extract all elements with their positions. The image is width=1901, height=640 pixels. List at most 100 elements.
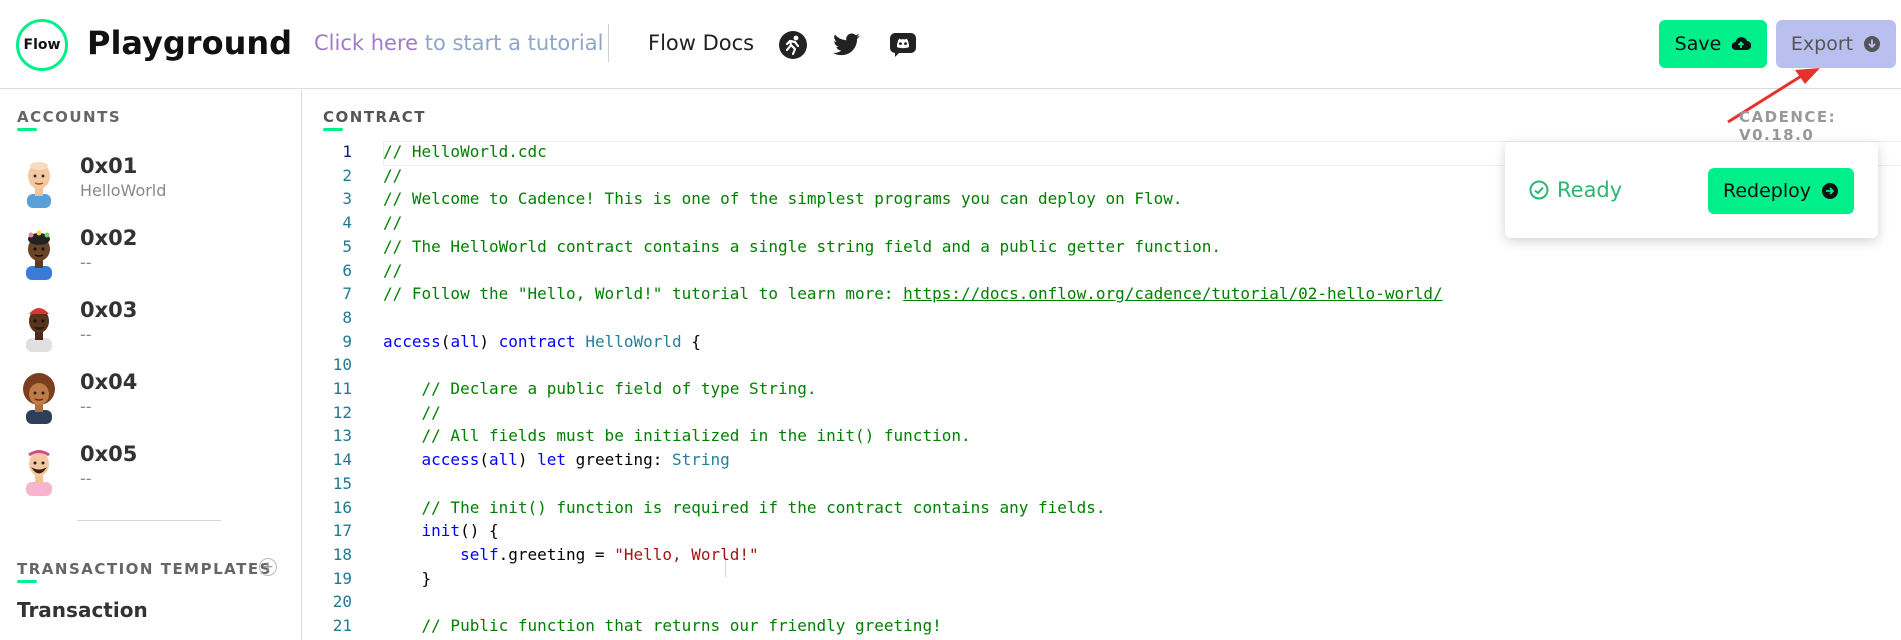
line-number: 17 [332,521,352,541]
account-item-0x04[interactable]: 0x04 -- [0,366,300,436]
code-line[interactable]: 10 [302,355,1901,379]
line-number: 21 [332,616,352,635]
tutorial-link-head: Click here [314,31,419,55]
code-text: // All fields must be initialized in the… [383,426,971,445]
code-text: // Public function that returns our frie… [383,616,942,635]
check-circle-icon [1529,180,1549,200]
code-line[interactable]: 14 access(all) let greeting: String [302,450,1901,474]
code-token: HelloWorld [585,331,682,351]
code-token: greeting: [566,450,673,470]
code-token: () { [460,521,499,541]
account-item-0x03[interactable]: 0x03 -- [0,294,300,364]
code-line[interactable]: 12 // [302,403,1901,427]
discord-icon[interactable] [887,29,919,61]
code-line[interactable]: 16 // The init() function is required if… [302,498,1901,522]
account-item-0x02[interactable]: 0x02 -- [0,222,300,292]
line-number: 16 [332,497,352,517]
code-text: // HelloWorld.cdc [383,142,547,161]
account-contract: -- [80,325,92,344]
code-token: // The HelloWorld contract contains a si… [383,236,1222,256]
code-text: // [383,403,441,422]
avatar-icon [26,450,52,496]
line-number: 12 [332,402,352,422]
line-number: 14 [332,450,352,470]
flow-runner-icon[interactable] [777,29,809,61]
code-line[interactable]: 8 [302,308,1901,332]
account-contract: -- [80,253,92,272]
code-token: { [681,331,701,351]
code-token: all [488,450,518,470]
avatar-icon [26,308,52,352]
avatar-icon [27,162,51,208]
save-label: Save [1674,33,1722,55]
code-line[interactable]: 18 self.greeting = "Hello, World!" [302,545,1901,569]
code-token: ) [479,331,499,351]
code-token: self [460,544,499,564]
cloud-upload-icon [1732,37,1752,51]
line-number: 11 [332,379,352,398]
code-token: "Hello, World!" [614,544,759,564]
account-contract: -- [80,397,92,416]
code-line[interactable]: 6 // [302,261,1901,285]
cadence-version: CADENCE: V0.18.0 [1739,108,1837,144]
avatar-icon [26,230,52,280]
line-number: 15 [332,473,352,493]
save-button[interactable]: Save [1659,20,1767,68]
tutorial-url-link[interactable]: https://docs.onflow.org/cadence/tutorial… [903,284,1442,303]
code-text: init() { [383,521,499,540]
line-number: 1 [342,142,352,161]
export-button[interactable]: Export [1776,20,1896,68]
contract-underline [323,128,343,131]
code-text: // The init() function is required if th… [383,498,1106,517]
line-number: 4 [342,213,352,233]
avatar-icon [23,373,55,424]
tx-templates-title: TRANSACTION TEMPLATES [17,560,272,578]
account-address: 0x05 [80,442,138,466]
code-token: .greeting = [498,544,615,564]
code-text: // The HelloWorld contract contains a si… [383,237,1221,256]
line-number: 13 [332,426,352,446]
twitter-icon[interactable] [831,29,863,61]
add-template-icon[interactable]: + [259,558,277,576]
tutorial-link[interactable]: Click here to start a tutorial [314,31,603,55]
transaction-item[interactable]: Transaction [17,598,148,622]
arrow-right-circle-icon [1822,183,1838,199]
code-line[interactable]: 9 access(all) contract HelloWorld { [302,332,1901,356]
logo-text: Flow [23,37,61,53]
code-token: contract [498,331,576,351]
flow-docs-link[interactable]: Flow Docs [648,31,754,55]
app-title: Playground [87,24,293,62]
code-token: // [383,260,403,280]
account-item-0x01[interactable]: 0x01 HelloWorld [0,150,300,220]
code-text: // [383,261,402,280]
code-line[interactable]: 11 // Declare a public field of type Str… [302,379,1901,403]
accounts-title: ACCOUNTS [17,108,122,126]
code-line[interactable]: 20 [302,592,1901,616]
flow-logo[interactable]: Flow [16,19,68,71]
code-line[interactable]: 5 // The HelloWorld contract contains a s… [302,237,1901,261]
code-line[interactable]: 15 [302,474,1901,498]
code-line[interactable]: 7 // Follow the "Hello, World!" tutorial … [302,284,1901,308]
line-number: 10 [332,355,352,375]
ready-label: Ready [1557,178,1623,202]
line-number: 5 [342,236,352,256]
line-number: 18 [332,544,352,564]
code-token: // Public function that returns our frie… [421,616,942,635]
code-token: all [450,331,480,351]
code-line[interactable]: 19 } [302,569,1901,593]
sidebar: ACCOUNTS 0x01 HelloWorld 0x02 -- 0x03 --… [0,90,302,640]
code-line[interactable]: 21 // Public function that returns our f… [302,616,1901,640]
redeploy-button[interactable]: Redeploy [1708,168,1854,214]
deploy-popover: Ready Redeploy [1505,142,1878,238]
code-token: } [383,568,432,588]
line-number: 6 [342,260,352,280]
account-item-0x05[interactable]: 0x05 -- [0,438,300,508]
code-line[interactable]: 17 init() { [302,521,1901,545]
code-token: // All fields must be initialized in the… [421,426,971,446]
code-line[interactable]: 13 // All fields must be initialized in … [302,426,1901,450]
code-token: let [537,450,567,470]
